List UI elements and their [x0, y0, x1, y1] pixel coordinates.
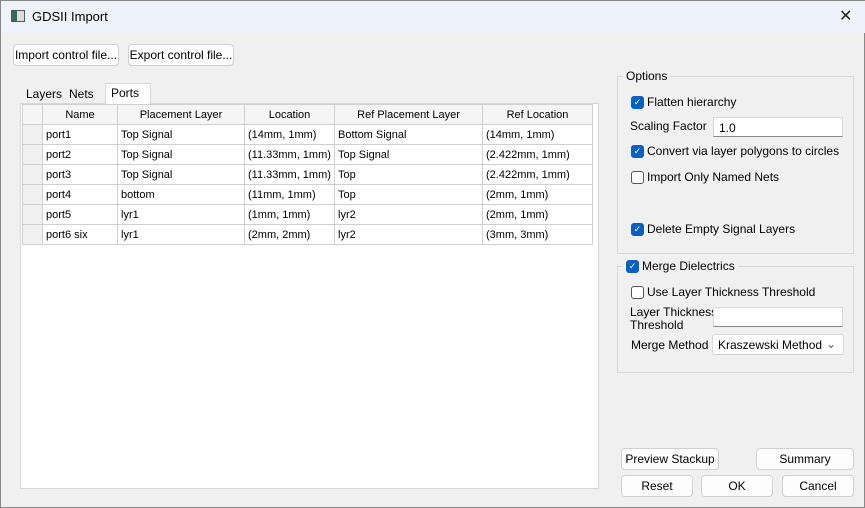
- use-layer-thickness-threshold-checkbox[interactable]: Use Layer Thickness Threshold: [631, 285, 815, 299]
- row-header[interactable]: [22, 164, 43, 185]
- check-icon: ✓: [631, 95, 644, 109]
- table-row[interactable]: port1 Top Signal (14mm, 1mm) Bottom Signal(…: [22, 124, 593, 145]
- table-cell[interactable]: lyr1: [117, 224, 245, 245]
- table-cell[interactable]: port2: [42, 144, 118, 165]
- table-cell[interactable]: Top: [334, 184, 483, 205]
- table-cell[interactable]: lyr2: [334, 224, 483, 245]
- column-header-placement-layer[interactable]: Placement Layer: [117, 104, 245, 125]
- export-control-file-button[interactable]: Export control file...: [128, 44, 234, 66]
- corner-header[interactable]: [22, 104, 43, 125]
- checkbox-label: Merge Dielectrics: [642, 259, 735, 273]
- table-cell[interactable]: (3mm, 3mm): [482, 224, 593, 245]
- row-header[interactable]: [22, 204, 43, 225]
- table-row[interactable]: port6 six lyr1 (2mm, 2mm) lyr2 (3mm, 3mm): [22, 224, 593, 245]
- table-cell[interactable]: port4: [42, 184, 118, 205]
- column-header-ref-location[interactable]: Ref Location: [482, 104, 593, 125]
- merge-dielectrics-checkbox[interactable]: ✓ Merge Dielectrics: [623, 259, 738, 273]
- table-row[interactable]: port2 Top Signal (11.33mm, 1mm) Top Signal(…: [22, 144, 593, 165]
- check-icon: ✓: [626, 259, 639, 273]
- import-only-named-nets-checkbox[interactable]: Import Only Named Nets: [631, 170, 779, 184]
- check-icon: ✓: [631, 144, 644, 158]
- check-icon: ✓: [631, 222, 644, 236]
- merge-method-select[interactable]: Kraszewski Method ⌄: [712, 334, 844, 355]
- layer-thickness-threshold-label: Layer Thickness Threshold: [630, 306, 717, 332]
- table-row[interactable]: port3 Top Signal (11.33mm, 1mm) Top (2.422mm…: [22, 164, 593, 185]
- ok-button[interactable]: OK: [701, 475, 773, 497]
- table-cell[interactable]: Bottom Signal: [334, 124, 483, 145]
- table-cell[interactable]: lyr1: [117, 204, 245, 225]
- table-cell[interactable]: (11.33mm, 1mm): [244, 164, 335, 185]
- tab-layers[interactable]: Layers: [21, 85, 67, 104]
- table-cell[interactable]: (2mm, 1mm): [482, 184, 593, 205]
- layer-thickness-threshold-input[interactable]: [713, 307, 843, 327]
- tab-nets[interactable]: Nets: [64, 85, 99, 104]
- close-icon[interactable]: ✕: [839, 6, 852, 26]
- ports-table: Name Placement Layer Location Ref Placem…: [22, 104, 593, 245]
- checkbox-label: Delete Empty Signal Layers: [647, 222, 796, 236]
- table-cell[interactable]: (2mm, 1mm): [482, 204, 593, 225]
- table-cell[interactable]: (11.33mm, 1mm): [244, 144, 335, 165]
- table-cell[interactable]: Top Signal: [117, 124, 245, 145]
- checkbox-label: Import Only Named Nets: [647, 170, 780, 184]
- title-bar: [1, 1, 865, 33]
- table-cell[interactable]: Top Signal: [117, 164, 245, 185]
- column-header-name[interactable]: Name: [42, 104, 118, 125]
- scaling-factor-label: Scaling Factor: [630, 119, 707, 133]
- checkbox-label: Convert via layer polygons to circles: [647, 144, 840, 158]
- convert-vias-checkbox[interactable]: ✓ Convert via layer polygons to circles: [631, 144, 839, 158]
- chevron-down-icon: ⌄: [825, 337, 836, 351]
- table-cell[interactable]: (1mm, 1mm): [244, 204, 335, 225]
- table-cell[interactable]: bottom: [117, 184, 245, 205]
- row-header[interactable]: [22, 224, 43, 245]
- table-cell[interactable]: (14mm, 1mm): [244, 124, 335, 145]
- table-cell[interactable]: port3: [42, 164, 118, 185]
- row-header[interactable]: [22, 184, 43, 205]
- column-header-location[interactable]: Location: [244, 104, 335, 125]
- table-cell[interactable]: Top: [334, 164, 483, 185]
- table-cell[interactable]: Top Signal: [117, 144, 245, 165]
- scaling-factor-input[interactable]: 1.0: [713, 117, 843, 137]
- checkbox-empty-icon: [631, 285, 644, 299]
- checkbox-empty-icon: [631, 170, 644, 184]
- merge-method-label: Merge Method: [631, 338, 709, 352]
- import-control-file-button[interactable]: Import control file...: [13, 44, 119, 66]
- checkbox-label: Use Layer Thickness Threshold: [647, 285, 816, 299]
- tab-ports[interactable]: Ports: [105, 83, 151, 104]
- label-line: Threshold: [630, 318, 684, 332]
- options-title: Options: [623, 69, 671, 83]
- table-row[interactable]: port4 bottom (11mm, 1mm) Top (2mm, 1mm): [22, 184, 593, 205]
- preview-stackup-button[interactable]: Preview Stackup: [621, 448, 719, 470]
- delete-empty-signal-layers-checkbox[interactable]: ✓ Delete Empty Signal Layers: [631, 222, 795, 236]
- window-title: GDSII Import: [32, 9, 108, 24]
- table-cell[interactable]: port5: [42, 204, 118, 225]
- selected-value: Kraszewski Method: [718, 338, 823, 352]
- cancel-button[interactable]: Cancel: [782, 475, 854, 497]
- table-cell[interactable]: (2mm, 2mm): [244, 224, 335, 245]
- row-header[interactable]: [22, 144, 43, 165]
- table-cell[interactable]: port1: [42, 124, 118, 145]
- table-cell[interactable]: lyr2: [334, 204, 483, 225]
- checkbox-label: Flatten hierarchy: [647, 95, 737, 109]
- table-cell[interactable]: Top Signal: [334, 144, 483, 165]
- reset-button[interactable]: Reset: [621, 475, 693, 497]
- app-icon: [11, 10, 25, 22]
- table-cell[interactable]: (2.422mm, 1mm): [482, 164, 593, 185]
- flatten-hierarchy-checkbox[interactable]: ✓ Flatten hierarchy: [631, 95, 736, 109]
- column-header-ref-placement-layer[interactable]: Ref Placement Layer: [334, 104, 483, 125]
- row-header[interactable]: [22, 124, 43, 145]
- table-row[interactable]: port5 lyr1 (1mm, 1mm) lyr2 (2mm, 1mm): [22, 204, 593, 225]
- table-cell[interactable]: (11mm, 1mm): [244, 184, 335, 205]
- table-cell[interactable]: port6 six: [42, 224, 118, 245]
- table-cell[interactable]: (2.422mm, 1mm): [482, 144, 593, 165]
- summary-button[interactable]: Summary: [756, 448, 854, 470]
- table-cell[interactable]: (14mm, 1mm): [482, 124, 593, 145]
